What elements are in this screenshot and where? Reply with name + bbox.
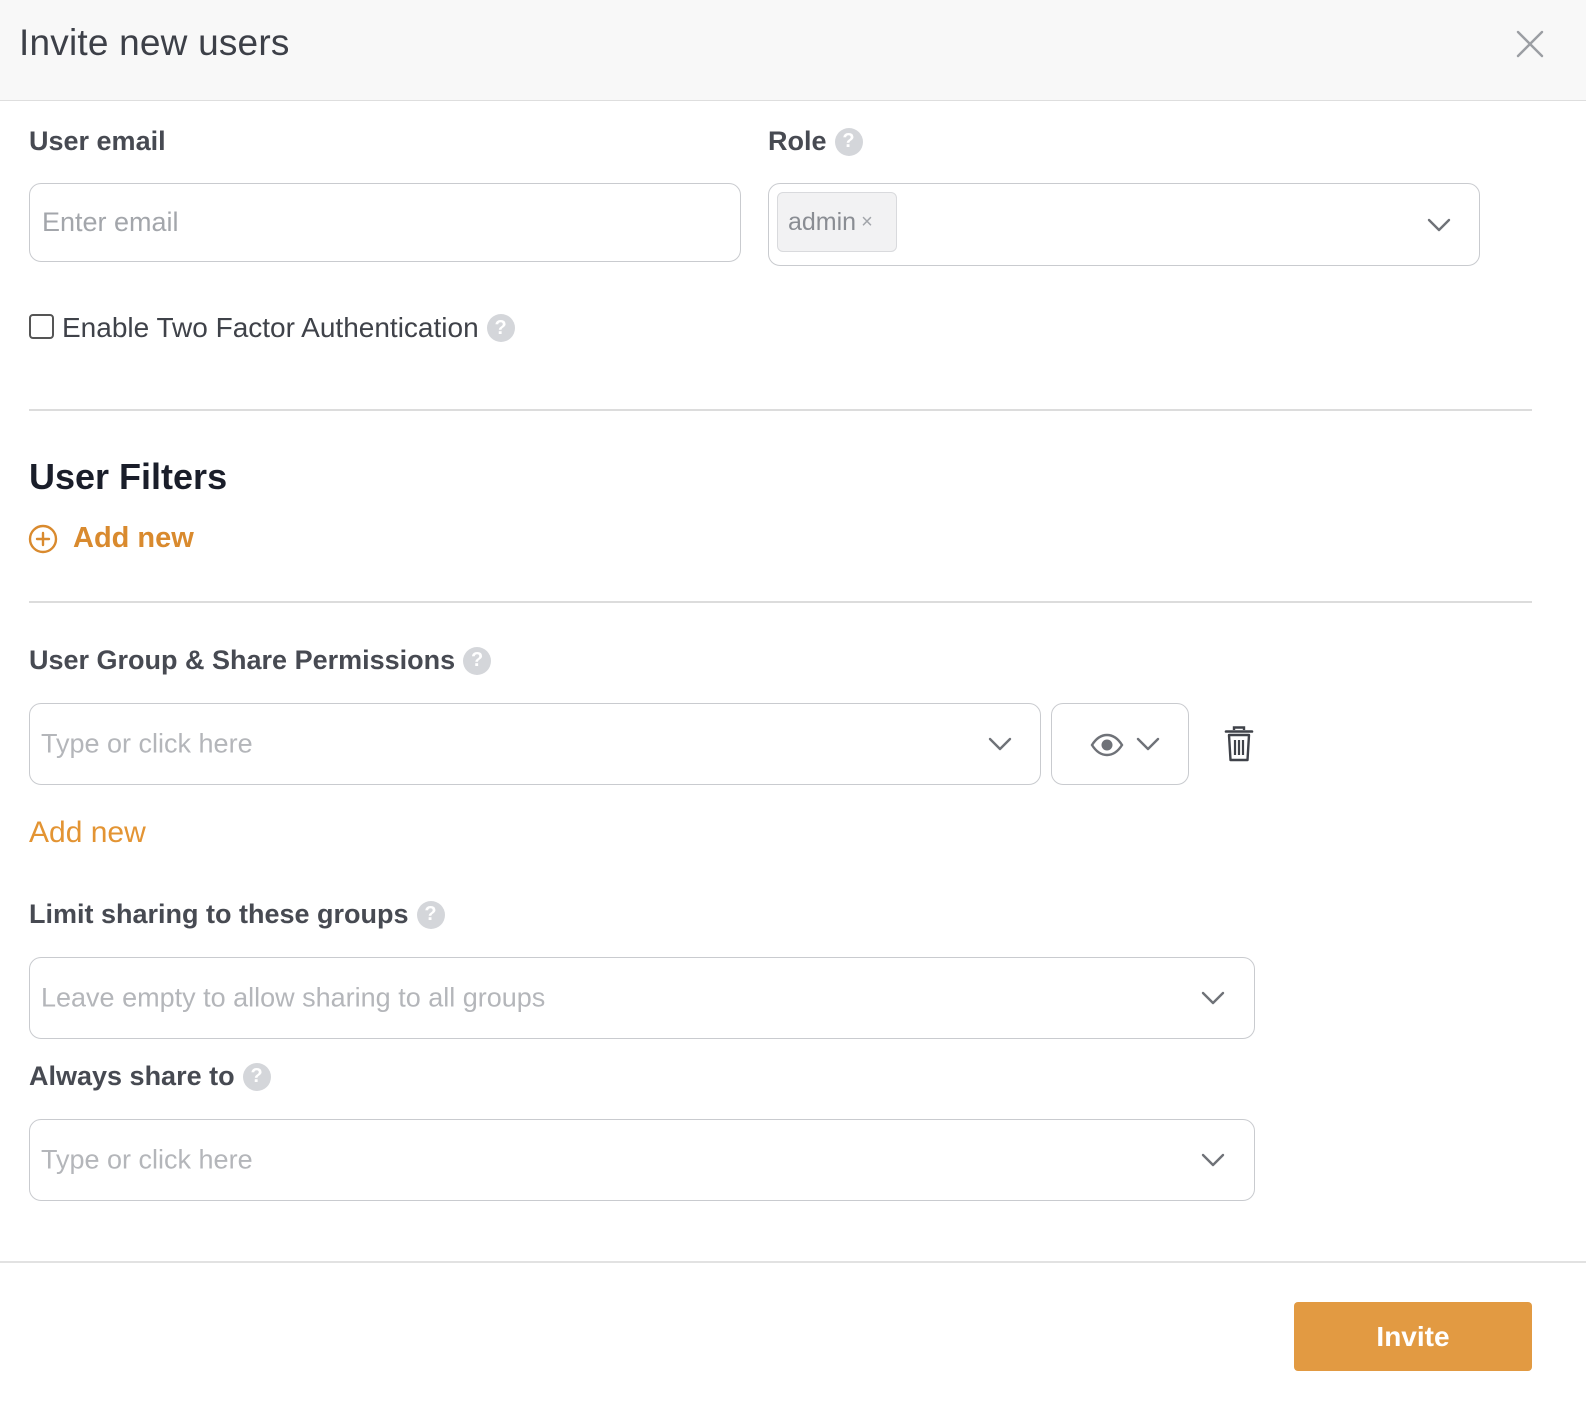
always-share-label-text: Always share to — [29, 1061, 235, 1091]
group-permissions-label: User Group & Share Permissions ? — [29, 645, 492, 676]
plus-circle-icon — [28, 524, 58, 553]
eye-icon — [1090, 733, 1124, 757]
chevron-down-icon — [1427, 218, 1451, 231]
always-share-select[interactable]: Type or click here — [29, 1119, 1255, 1201]
group-permissions-label-text: User Group & Share Permissions — [29, 645, 456, 675]
close-button[interactable] — [1512, 26, 1548, 62]
limit-sharing-label: Limit sharing to these groups ? — [29, 899, 445, 930]
role-select[interactable]: admin × — [768, 183, 1480, 266]
user-email-label-text: User email — [29, 126, 166, 156]
two-factor-checkbox[interactable] — [29, 314, 54, 339]
role-tag-remove-icon[interactable]: × — [861, 211, 873, 234]
invite-users-modal: Invite new users User email Role ? admin… — [0, 0, 1586, 1420]
always-share-help-icon[interactable]: ? — [242, 1062, 271, 1091]
limit-sharing-help-icon[interactable]: ? — [416, 900, 445, 929]
modal-header: Invite new users — [0, 0, 1586, 101]
two-factor-help-icon[interactable]: ? — [486, 314, 515, 342]
role-label-text: Role — [768, 126, 827, 156]
add-user-filter-button[interactable]: Add new — [28, 522, 194, 555]
modal-title: Invite new users — [19, 22, 290, 63]
user-email-input[interactable] — [29, 183, 741, 262]
section-divider — [29, 409, 1532, 411]
share-permission-select[interactable] — [1051, 703, 1189, 785]
always-share-placeholder: Type or click here — [41, 1144, 253, 1175]
chevron-down-icon — [988, 737, 1012, 751]
chevron-down-icon — [1136, 737, 1160, 751]
footer-divider — [0, 1261, 1586, 1263]
trash-icon — [1224, 726, 1254, 762]
invite-button[interactable]: Invite — [1294, 1302, 1532, 1371]
chevron-down-icon — [1201, 1153, 1225, 1167]
limit-sharing-select[interactable]: Leave empty to allow sharing to all grou… — [29, 957, 1255, 1039]
group-permissions-help-icon[interactable]: ? — [463, 646, 492, 675]
limit-sharing-placeholder: Leave empty to allow sharing to all grou… — [41, 982, 546, 1013]
two-factor-label: Enable Two Factor Authentication ? — [62, 312, 515, 344]
add-new-group-link[interactable]: Add new — [29, 816, 146, 850]
user-email-label: User email — [29, 126, 166, 157]
delete-group-button[interactable] — [1224, 726, 1254, 762]
role-help-icon[interactable]: ? — [834, 127, 863, 156]
two-factor-label-text: Enable Two Factor Authentication — [62, 312, 479, 343]
add-user-filter-label: Add new — [73, 522, 194, 554]
always-share-label: Always share to ? — [29, 1061, 271, 1092]
role-tag-label: admin — [788, 207, 857, 236]
user-filters-title: User Filters — [29, 456, 228, 497]
section-divider — [29, 601, 1532, 603]
role-label: Role ? — [768, 126, 863, 157]
role-tag-admin: admin × — [777, 192, 897, 252]
close-icon — [1516, 30, 1544, 58]
limit-sharing-label-text: Limit sharing to these groups — [29, 899, 409, 929]
user-group-placeholder: Type or click here — [41, 728, 253, 759]
user-group-select[interactable]: Type or click here — [29, 703, 1041, 785]
chevron-down-icon — [1201, 991, 1225, 1005]
